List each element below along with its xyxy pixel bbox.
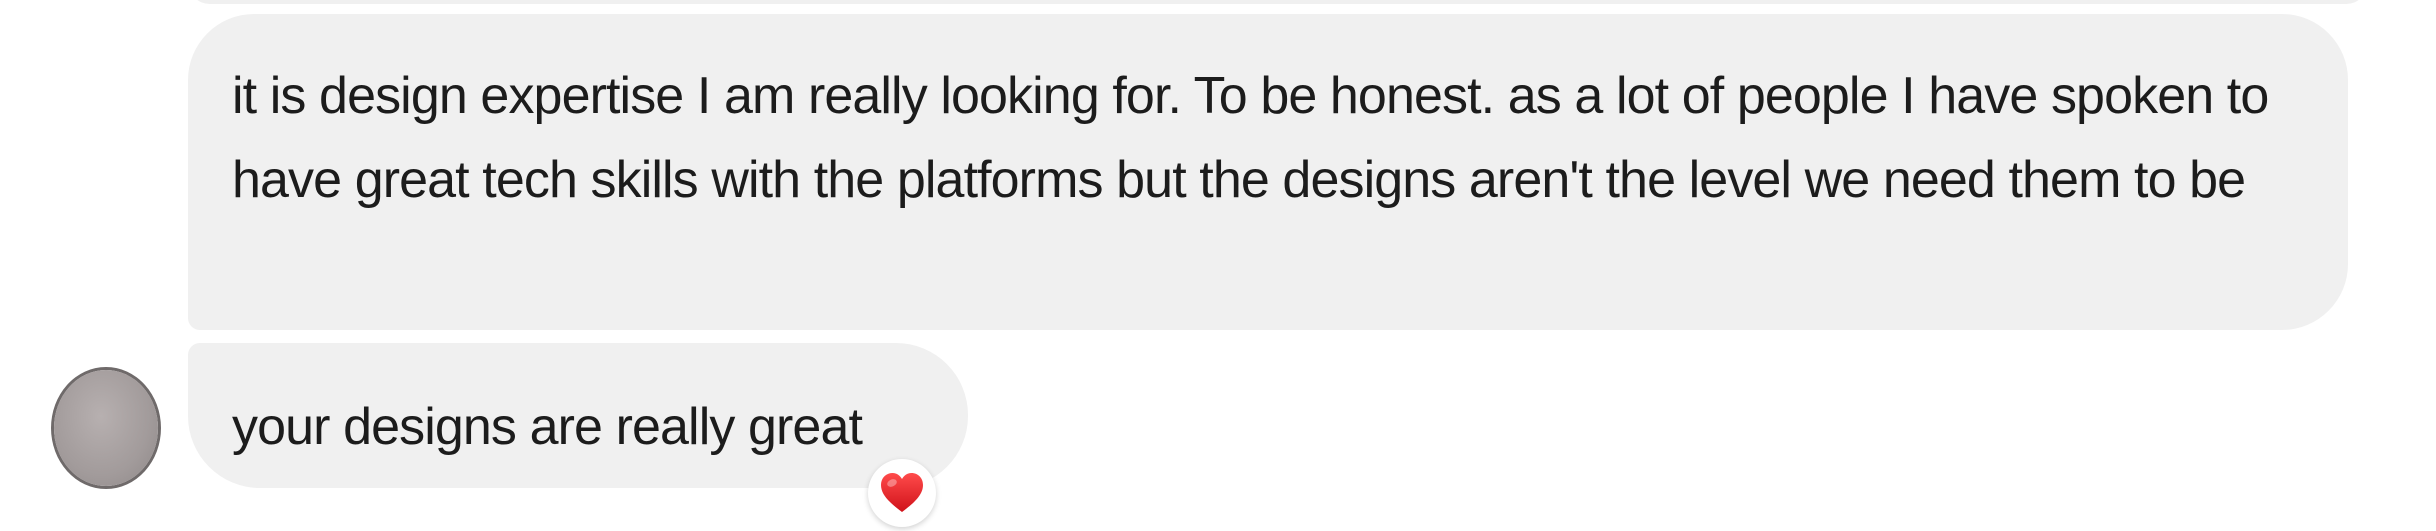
message-bubble[interactable]: your designs are really great xyxy=(188,343,968,488)
chat-thread: it is design expertise I am really looki… xyxy=(0,0,2436,531)
avatar[interactable] xyxy=(54,370,158,486)
message-text: it is design expertise I am really looki… xyxy=(232,67,2269,209)
reaction-badge[interactable] xyxy=(868,459,936,527)
message-bubble[interactable]: it is design expertise I am really looki… xyxy=(188,14,2348,330)
previous-message-bubble xyxy=(188,0,2368,4)
message-text: your designs are really great xyxy=(232,398,863,456)
heart-icon xyxy=(881,473,923,512)
